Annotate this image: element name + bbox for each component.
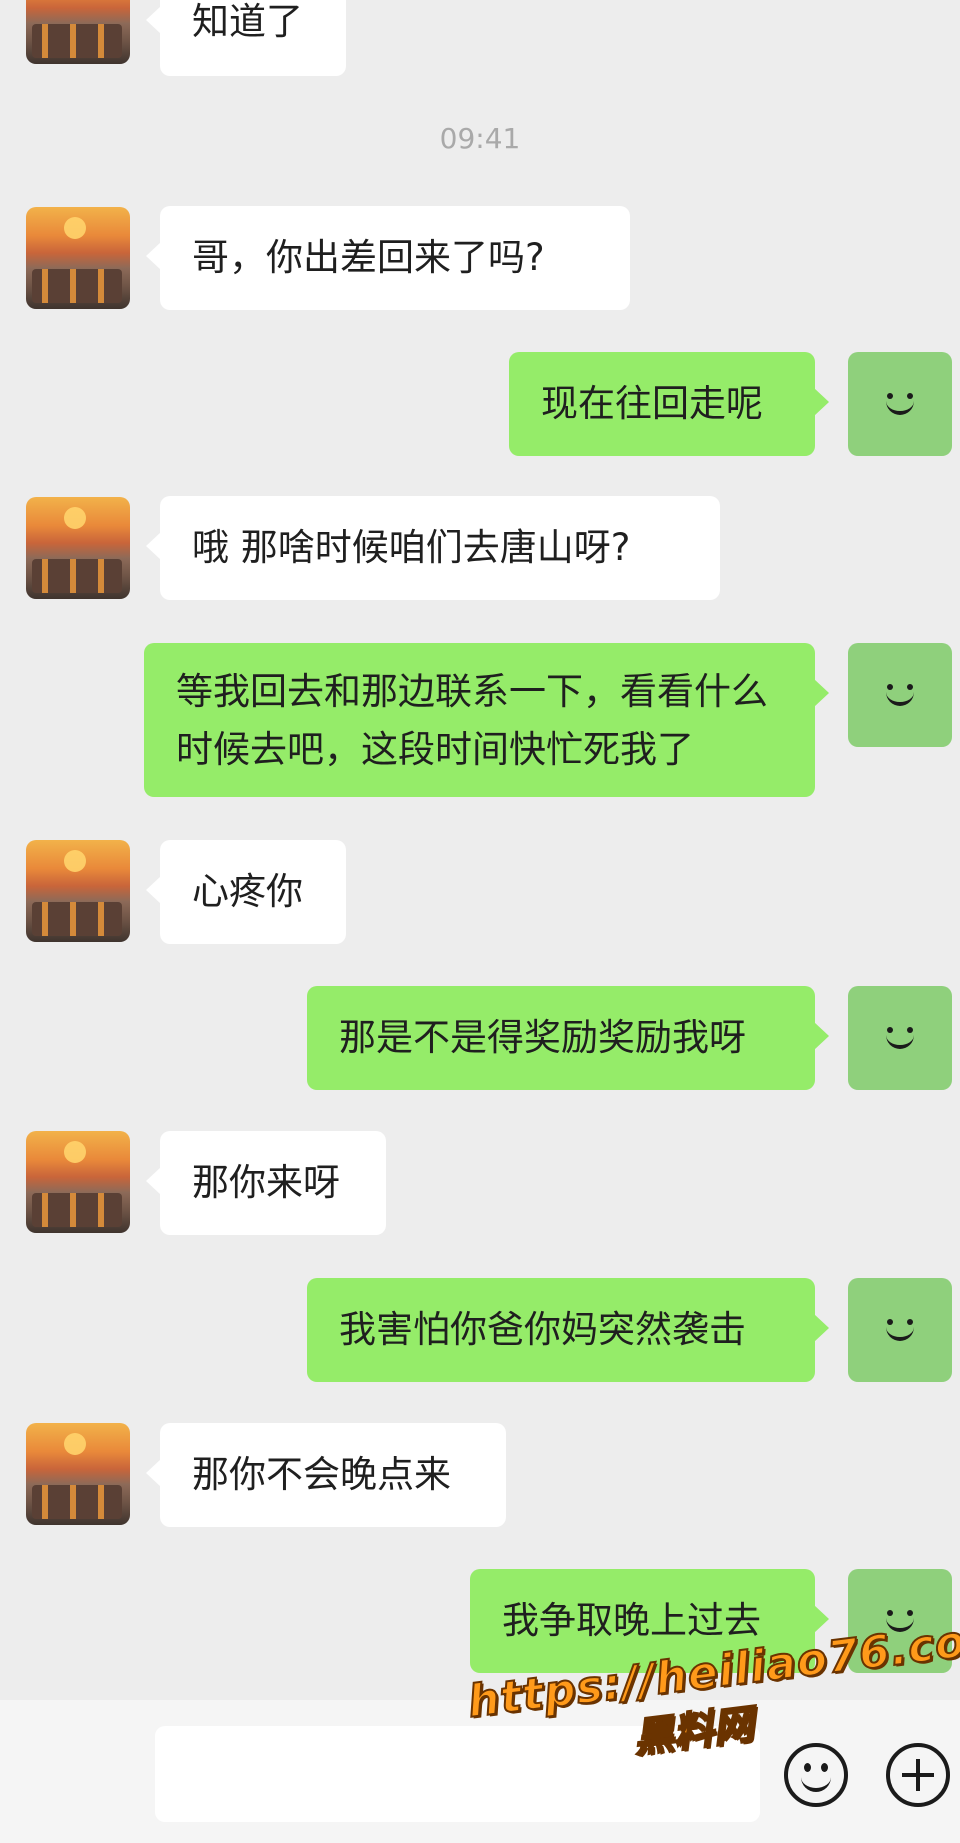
my-avatar[interactable] bbox=[848, 352, 952, 456]
chat-history[interactable]: 知道了 09:41 哥，你出差回来了吗? 现在往回走呢 哦 那啥时候咱们去唐山呀… bbox=[0, 0, 960, 1700]
chat-timestamp: 09:41 bbox=[439, 122, 521, 155]
my-avatar[interactable] bbox=[848, 643, 952, 747]
message-bubble-incoming[interactable]: 心疼你 bbox=[146, 840, 346, 944]
message-text: 心疼你 bbox=[192, 870, 303, 913]
message-text: 现在往回走呢 bbox=[541, 382, 763, 425]
smile-icon bbox=[878, 389, 922, 419]
contact-avatar[interactable] bbox=[26, 207, 130, 309]
contact-avatar[interactable] bbox=[26, 497, 130, 599]
message-bubble-incoming[interactable]: 哥，你出差回来了吗? bbox=[146, 206, 630, 310]
message-text: 哦 那啥时候咱们去唐山呀? bbox=[192, 526, 631, 569]
message-text: 等我回去和那边联系一下，看看什么时候去吧，这段时间快忙死我了 bbox=[176, 670, 768, 771]
message-text: 那你来呀 bbox=[192, 1161, 340, 1204]
message-text: 那是不是得奖励奖励我呀 bbox=[339, 1016, 746, 1059]
contact-avatar[interactable] bbox=[26, 840, 130, 942]
message-bubble-incoming[interactable]: 那你不会晚点来 bbox=[146, 1423, 506, 1527]
my-avatar[interactable] bbox=[848, 1278, 952, 1382]
message-text: 哥，你出差回来了吗? bbox=[192, 236, 545, 279]
message-bubble-incoming[interactable]: 那你来呀 bbox=[146, 1131, 386, 1235]
contact-avatar[interactable] bbox=[26, 0, 130, 64]
message-bubble-incoming[interactable]: 知道了 bbox=[146, 0, 346, 76]
message-text: 我害怕你爸你妈突然袭击 bbox=[339, 1308, 746, 1351]
smile-icon bbox=[878, 1315, 922, 1345]
message-bubble-outgoing[interactable]: 现在往回走呢 bbox=[509, 352, 829, 456]
message-bubble-outgoing[interactable]: 那是不是得奖励奖励我呀 bbox=[307, 986, 829, 1090]
emoji-icon[interactable] bbox=[784, 1743, 848, 1807]
contact-avatar[interactable] bbox=[26, 1423, 130, 1525]
message-text: 那你不会晚点来 bbox=[192, 1453, 451, 1496]
message-text: 知道了 bbox=[192, 0, 303, 43]
message-bubble-outgoing[interactable]: 我害怕你爸你妈突然袭击 bbox=[307, 1278, 829, 1382]
smile-icon bbox=[878, 680, 922, 710]
contact-avatar[interactable] bbox=[26, 1131, 130, 1233]
smile-icon bbox=[878, 1023, 922, 1053]
message-bubble-outgoing[interactable]: 等我回去和那边联系一下，看看什么时候去吧，这段时间快忙死我了 bbox=[144, 643, 829, 797]
message-bubble-incoming[interactable]: 哦 那啥时候咱们去唐山呀? bbox=[146, 496, 720, 600]
message-text: 我争取晚上过去 bbox=[502, 1599, 761, 1642]
my-avatar[interactable] bbox=[848, 986, 952, 1090]
plus-icon[interactable] bbox=[886, 1743, 950, 1807]
